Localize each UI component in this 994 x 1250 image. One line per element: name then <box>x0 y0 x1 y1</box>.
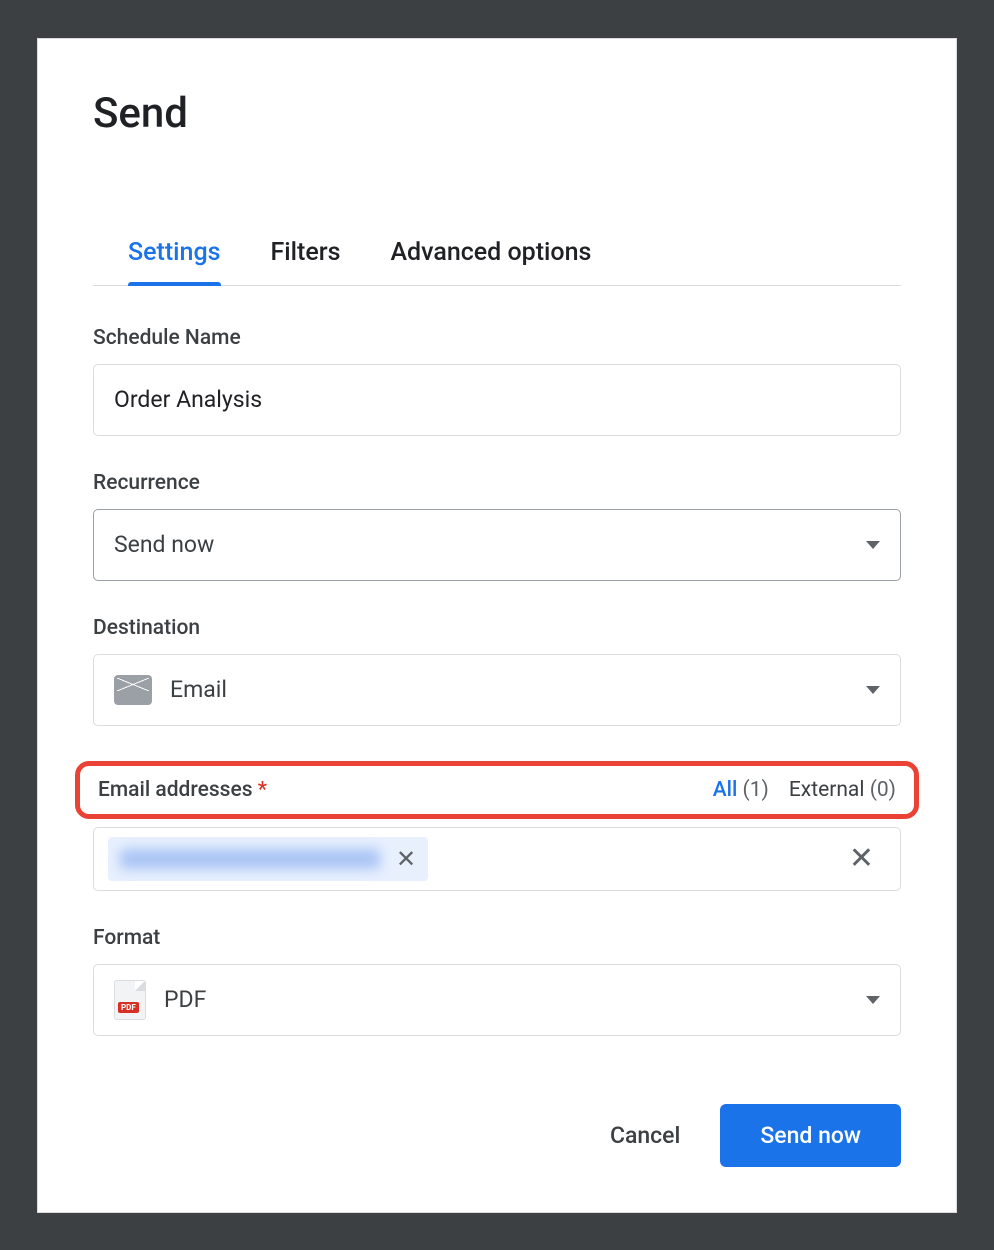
email-addresses-label: Email addresses * <box>98 778 267 802</box>
format-group: Format PDF <box>93 926 901 1036</box>
email-addresses-label-text: Email addresses <box>98 778 253 802</box>
filter-all-count: (1) <box>743 778 769 802</box>
format-select[interactable]: PDF <box>93 964 901 1036</box>
destination-label: Destination <box>93 616 901 640</box>
destination-group: Destination Email <box>93 616 901 726</box>
tab-settings[interactable]: Settings <box>128 228 221 285</box>
chevron-down-icon <box>866 686 880 694</box>
email-addresses-highlight: Email addresses * All (1) External (0) <box>75 761 919 819</box>
tabs-bar: Settings Filters Advanced options <box>93 228 901 286</box>
email-icon <box>114 675 152 705</box>
chevron-down-icon <box>866 541 880 549</box>
clear-all-icon[interactable]: ✕ <box>849 841 874 876</box>
schedule-name-group: Schedule Name <box>93 326 901 436</box>
filter-all[interactable]: All <box>713 778 738 802</box>
tab-filters[interactable]: Filters <box>271 228 341 285</box>
filter-external[interactable]: External <box>789 778 865 802</box>
email-addresses-input[interactable]: ✕ ✕ <box>93 827 901 891</box>
recurrence-select[interactable]: Send now <box>93 509 901 581</box>
send-modal: Send Settings Filters Advanced options S… <box>37 38 957 1213</box>
schedule-name-input[interactable] <box>93 364 901 436</box>
format-value: PDF <box>164 986 206 1013</box>
email-chip: ✕ <box>108 837 428 881</box>
destination-value: Email <box>170 676 227 703</box>
pdf-icon <box>114 980 146 1020</box>
modal-footer: Cancel Send now <box>610 1104 901 1167</box>
modal-title: Send <box>93 89 901 138</box>
recurrence-label: Recurrence <box>93 471 901 495</box>
tab-advanced-options[interactable]: Advanced options <box>390 228 591 285</box>
email-chip-text-redacted <box>120 849 380 869</box>
schedule-name-label: Schedule Name <box>93 326 901 350</box>
send-now-button[interactable]: Send now <box>720 1104 901 1167</box>
email-filters: All (1) External (0) <box>713 778 896 802</box>
recurrence-value: Send now <box>114 531 214 558</box>
chip-remove-icon[interactable]: ✕ <box>396 845 416 873</box>
filter-external-count: (0) <box>870 778 896 802</box>
chevron-down-icon <box>866 996 880 1004</box>
recurrence-group: Recurrence Send now <box>93 471 901 581</box>
format-label: Format <box>93 926 901 950</box>
required-star: * <box>258 778 267 802</box>
destination-select[interactable]: Email <box>93 654 901 726</box>
cancel-button[interactable]: Cancel <box>610 1122 680 1149</box>
